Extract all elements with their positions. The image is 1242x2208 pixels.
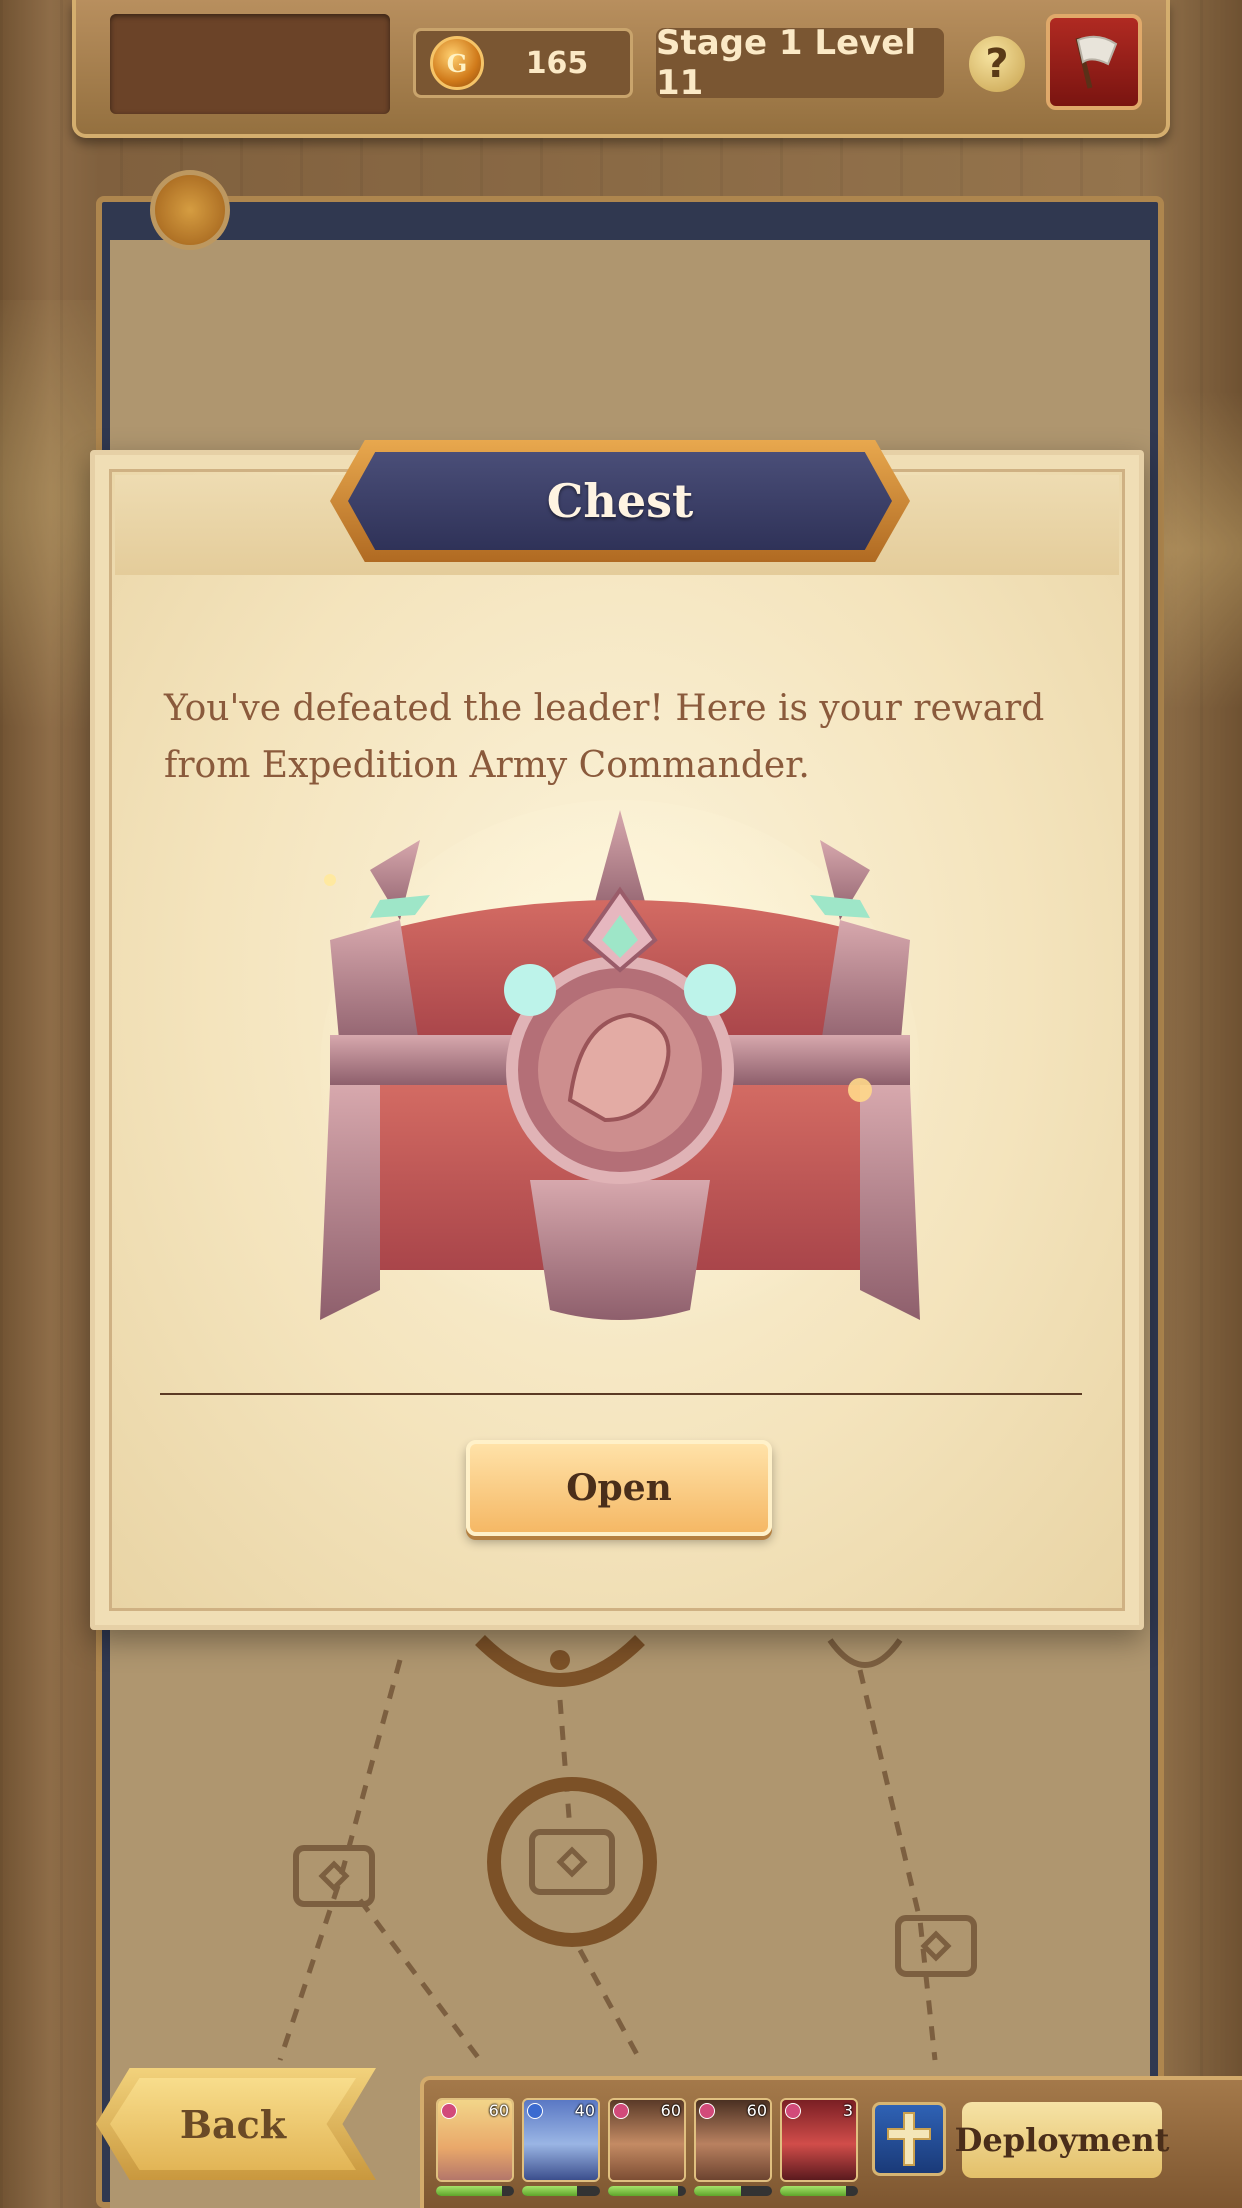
surrender-flag-button[interactable] — [1046, 14, 1142, 110]
hero-slot-3[interactable]: 60 — [608, 2098, 686, 2182]
hero-class-icon — [613, 2103, 629, 2119]
hero-class-icon — [441, 2103, 457, 2119]
hero-hp-bar — [780, 2186, 858, 2196]
hero-level: 40 — [574, 2101, 595, 2120]
player-name-box — [110, 14, 390, 114]
dialog-title: Chest — [348, 452, 892, 550]
skill-button[interactable] — [872, 2102, 946, 2176]
dialog-divider — [160, 1393, 1082, 1395]
open-chest-button[interactable]: Open — [466, 1440, 772, 1536]
coin-value: 165 — [525, 45, 589, 81]
help-icon[interactable]: ? — [969, 36, 1025, 92]
coin-icon: G — [430, 36, 484, 90]
team-bar: 60 40 60 60 3 Deployment — [420, 2076, 1242, 2208]
cross-icon — [887, 2112, 931, 2166]
deployment-button[interactable]: Deployment — [955, 2102, 1169, 2178]
hero-class-icon — [699, 2103, 715, 2119]
flag-icon — [1075, 35, 1118, 89]
dialog-title-plate: Chest — [330, 440, 910, 562]
coin-counter: G 165 — [413, 28, 633, 98]
hero-slot-2[interactable]: 40 — [522, 2098, 600, 2182]
hero-hp-bar — [436, 2186, 514, 2196]
chest-icon — [320, 800, 920, 1340]
hero-hp-bar — [694, 2186, 772, 2196]
hero-class-icon — [785, 2103, 801, 2119]
back-label: Back — [110, 2078, 356, 2170]
hero-level: 60 — [488, 2101, 509, 2120]
hero-level: 60 — [660, 2101, 681, 2120]
hero-slot-5[interactable]: 3 — [780, 2098, 858, 2182]
dialog-message: You've defeated the leader! Here is your… — [164, 688, 1045, 786]
hero-class-icon — [527, 2103, 543, 2119]
top-bar: G 165 Stage 1 Level 11 ? — [72, 0, 1170, 138]
hero-hp-bar — [608, 2186, 686, 2196]
back-button[interactable]: Back — [96, 2068, 376, 2180]
hero-level: 3 — [842, 2101, 853, 2120]
hero-level: 60 — [746, 2101, 767, 2120]
stage-label: Stage 1 Level 11 — [656, 23, 944, 103]
hero-hp-bar — [522, 2186, 600, 2196]
hero-slot-4[interactable]: 60 — [694, 2098, 772, 2182]
hero-slot-1[interactable]: 60 — [436, 2098, 514, 2182]
